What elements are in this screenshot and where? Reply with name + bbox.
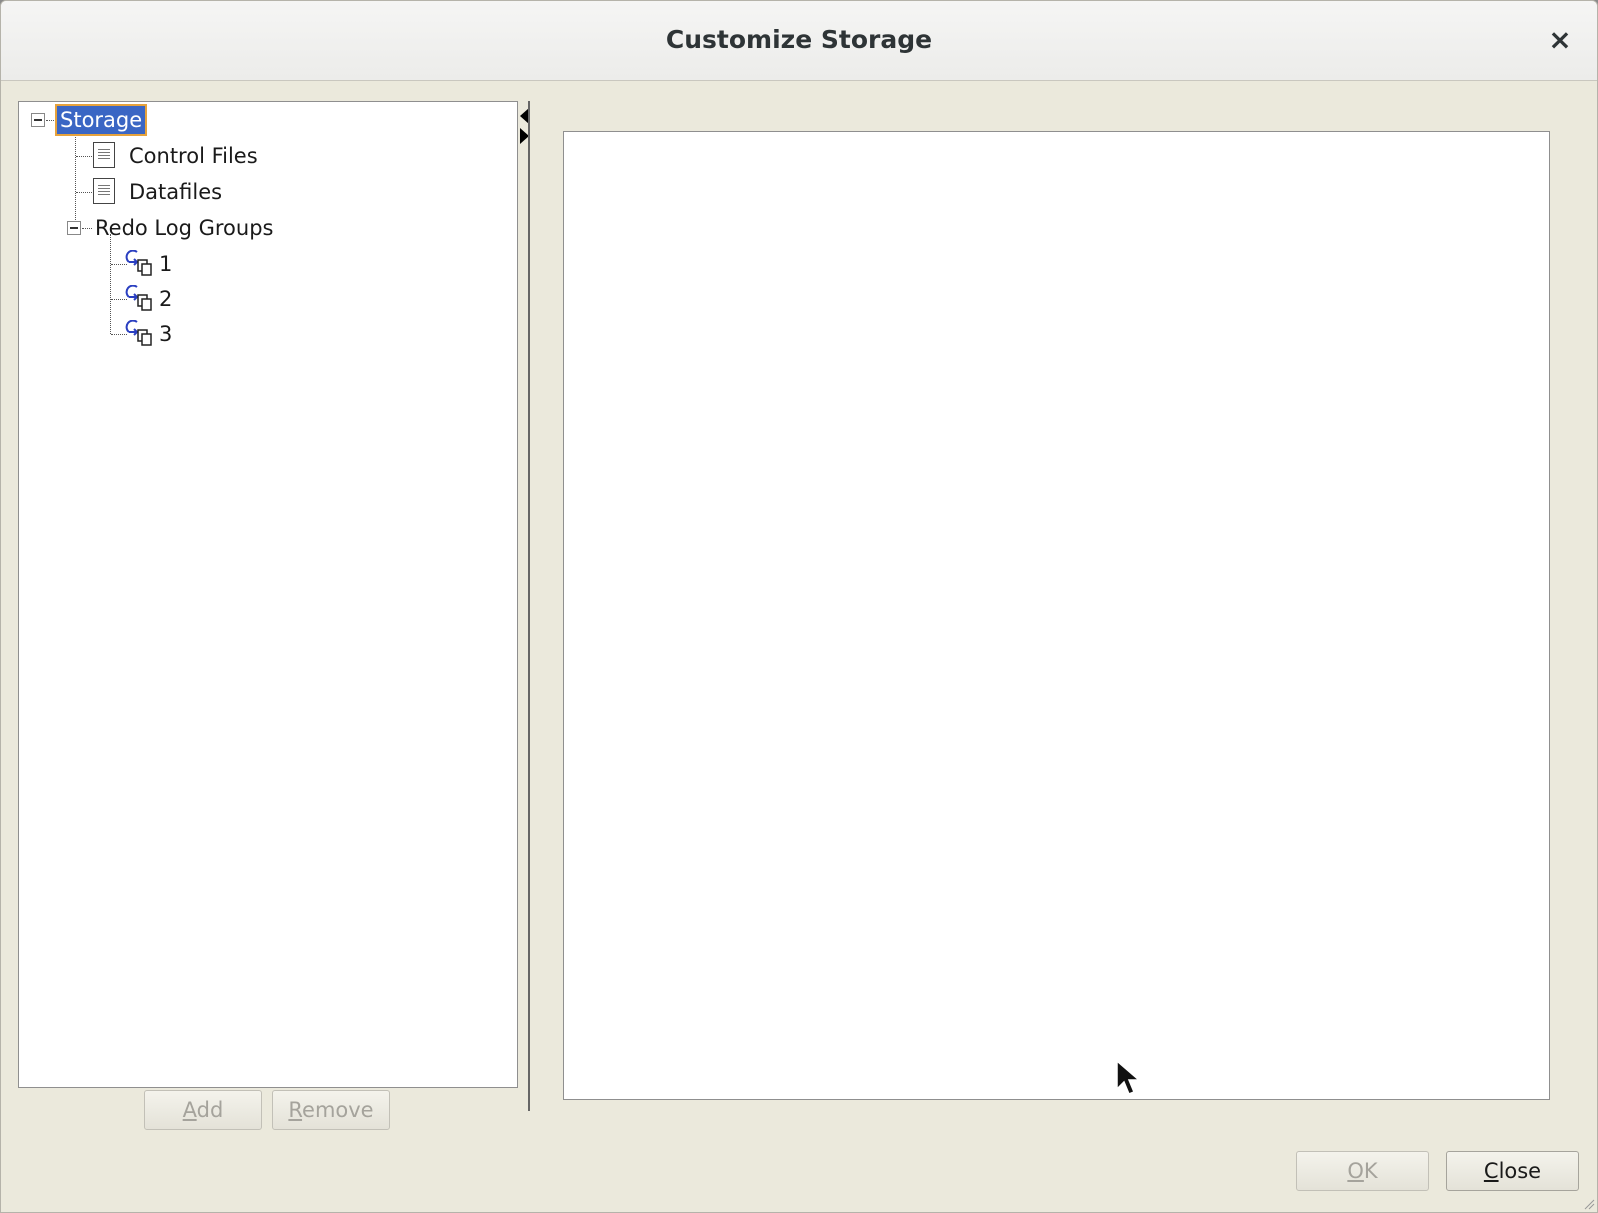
- tree-node-storage-label: Storage: [54, 104, 148, 136]
- tree-node-log-group-3[interactable]: 3: [159, 318, 172, 350]
- remove-button-label: emove: [302, 1098, 374, 1122]
- storage-tree[interactable]: Storage Control Files Datafiles Redo Log…: [18, 101, 518, 1088]
- tree-connector: [46, 120, 56, 121]
- tree-node-control-files-label: Control Files: [129, 144, 258, 168]
- mouse-pointer-icon: [1116, 1059, 1142, 1095]
- close-button[interactable]: Close: [1446, 1151, 1579, 1191]
- tree-node-storage[interactable]: Storage: [54, 104, 148, 136]
- resize-grip-icon[interactable]: [1583, 1198, 1595, 1210]
- tree-connector: [76, 192, 92, 193]
- ok-button-label: K: [1363, 1159, 1378, 1183]
- tree-node-datafiles-label: Datafiles: [129, 180, 223, 204]
- dialog-title: Customize Storage: [665, 25, 933, 54]
- tree-connector: [110, 234, 111, 334]
- tree-node-log-group-1[interactable]: 1: [159, 248, 172, 280]
- close-icon[interactable]: ×: [1543, 23, 1577, 57]
- splitter-line: [528, 101, 530, 1111]
- close-button-label: lose: [1498, 1159, 1542, 1183]
- close-button-mnemonic: C: [1483, 1159, 1499, 1183]
- add-button[interactable]: Add: [144, 1090, 262, 1130]
- redo-log-icon: [125, 320, 152, 346]
- redo-log-icon: [125, 285, 152, 311]
- remove-button[interactable]: Remove: [272, 1090, 390, 1130]
- tree-node-redo-log-groups[interactable]: Redo Log Groups: [95, 212, 273, 244]
- remove-button-mnemonic: R: [288, 1098, 303, 1122]
- tree-node-log-group-2[interactable]: 2: [159, 283, 172, 315]
- customize-storage-dialog: Customize Storage × Storage Control File…: [0, 0, 1598, 1213]
- tree-connector: [82, 228, 92, 229]
- detail-panel: [563, 131, 1550, 1100]
- ok-button[interactable]: OK: [1296, 1151, 1429, 1191]
- collapse-redo-log-groups-icon[interactable]: [67, 221, 81, 235]
- control-files-icon: [93, 142, 115, 168]
- redo-log-icon: [125, 250, 152, 276]
- tree-node-log-group-2-label: 2: [159, 287, 173, 311]
- tree-node-control-files[interactable]: Control Files: [129, 140, 258, 172]
- tree-connector: [76, 156, 92, 157]
- tree-node-datafiles[interactable]: Datafiles: [129, 176, 222, 208]
- ok-button-mnemonic: O: [1347, 1159, 1364, 1183]
- tree-node-log-group-3-label: 3: [159, 322, 173, 346]
- tree-connector: [75, 128, 76, 232]
- tree-node-log-group-1-label: 1: [159, 252, 173, 276]
- dialog-titlebar[interactable]: Customize Storage ×: [1, 1, 1597, 81]
- datafiles-icon: [93, 178, 115, 204]
- add-button-mnemonic: A: [182, 1098, 197, 1122]
- split-pane-divider[interactable]: [520, 101, 530, 1111]
- tree-node-redo-log-groups-label: Redo Log Groups: [95, 216, 274, 240]
- add-button-label: dd: [196, 1098, 224, 1122]
- collapse-storage-icon[interactable]: [31, 113, 45, 127]
